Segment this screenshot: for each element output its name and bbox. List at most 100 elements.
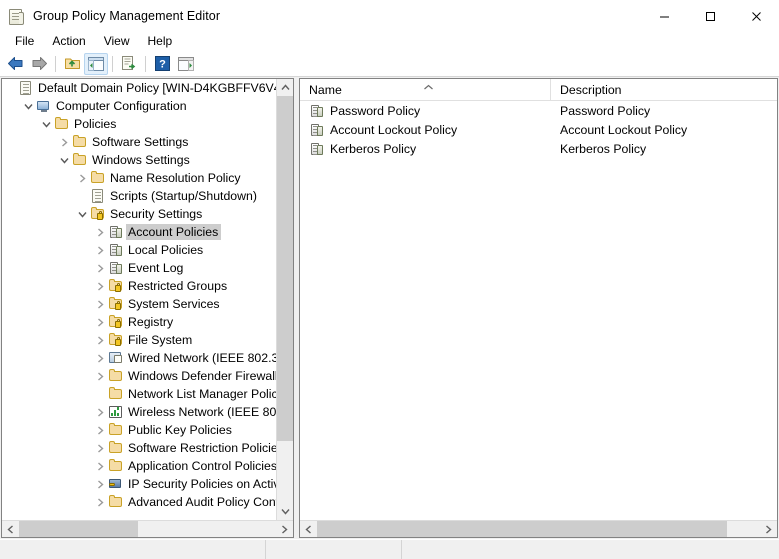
tree-item-file-system[interactable]: File System	[2, 331, 276, 349]
menu-action[interactable]: Action	[43, 33, 94, 50]
back-icon[interactable]	[3, 53, 27, 75]
tree-item-local-policies[interactable]: Local Policies	[2, 241, 276, 259]
help-icon[interactable]: ?	[150, 53, 174, 75]
show-hide-action-pane-icon[interactable]	[174, 53, 198, 75]
tree-item-default-domain-policy-win-d4kgbffv6v4-orb[interactable]: Default Domain Policy [WIN-D4KGBFFV6V4.O…	[2, 79, 276, 97]
tree-item-scripts-startup-shutdown[interactable]: Scripts (Startup/Shutdown)	[2, 187, 276, 205]
toolbar: ?	[0, 51, 779, 77]
menu-file[interactable]: File	[6, 33, 43, 50]
chevron-down-icon[interactable]	[20, 98, 36, 114]
list-item-name: Password Policy	[330, 103, 421, 118]
list-row[interactable]: Password Policy Password Policy	[300, 101, 777, 120]
tree-item-advanced-audit-policy-config[interactable]: Advanced Audit Policy Config	[2, 493, 276, 511]
chevron-right-icon[interactable]	[92, 350, 108, 366]
tree-item-label: Policies	[74, 117, 117, 131]
tree-vertical-scrollbar[interactable]	[276, 79, 293, 520]
list-horizontal-scroll-thumb[interactable]	[317, 521, 727, 537]
chevron-right-icon[interactable]	[92, 332, 108, 348]
chevron-right-icon[interactable]	[92, 296, 108, 312]
chevron-right-icon[interactable]	[92, 260, 108, 276]
tree-item-restricted-groups[interactable]: Restricted Groups	[2, 277, 276, 295]
tree-item-application-control-policies[interactable]: Application Control Policies	[2, 457, 276, 475]
chevron-down-icon[interactable]	[74, 206, 90, 222]
tree-item-software-restriction-policies[interactable]: Software Restriction Policies	[2, 439, 276, 457]
tree-item-label: Default Domain Policy [WIN-D4KGBFFV6V4.O…	[38, 81, 276, 95]
details-list[interactable]: Password Policy Password Policy Account Lo…	[300, 101, 777, 520]
list-row[interactable]: Account Lockout Policy Account Lockout Po…	[300, 120, 777, 139]
scroll-right-icon[interactable]	[760, 521, 777, 537]
tree-item-event-log[interactable]: Event Log	[2, 259, 276, 277]
tree-horizontal-scroll-thumb[interactable]	[19, 521, 138, 537]
tree-item-security-settings[interactable]: Security Settings	[2, 205, 276, 223]
chevron-right-icon[interactable]	[92, 278, 108, 294]
policy-server-icon	[309, 103, 325, 119]
forward-icon[interactable]	[27, 53, 51, 75]
scroll-up-icon[interactable]	[277, 79, 293, 96]
tree-item-ip-security-policies-on-active-d[interactable]: IP Security Policies on Active D	[2, 475, 276, 493]
tree-item-wired-network-ieee-802-3-pol[interactable]: Wired Network (IEEE 802.3) Pol	[2, 349, 276, 367]
tree-item-label: Account Policies	[126, 224, 222, 240]
folder-lock-icon	[108, 296, 124, 312]
maximize-button[interactable]	[687, 0, 733, 32]
export-list-icon[interactable]	[117, 53, 141, 75]
column-header-name-label: Name	[309, 83, 342, 97]
tree-item-system-services[interactable]: System Services	[2, 295, 276, 313]
up-one-level-folder-icon[interactable]	[60, 53, 84, 75]
close-button[interactable]	[733, 0, 779, 32]
ip-security-icon	[108, 476, 124, 492]
folder-lock-icon	[108, 332, 124, 348]
tree-item-public-key-policies[interactable]: Public Key Policies	[2, 421, 276, 439]
tree-item-label: Network List Manager Policies	[128, 387, 276, 401]
tree-item-software-settings[interactable]: Software Settings	[2, 133, 276, 151]
main-content: Default Domain Policy [WIN-D4KGBFFV6V4.O…	[0, 77, 779, 540]
tree-item-label: Wired Network (IEEE 802.3) Pol	[128, 351, 276, 365]
scroll-right-icon[interactable]	[276, 521, 293, 537]
tree-item-policies[interactable]: Policies	[2, 115, 276, 133]
list-row[interactable]: Kerberos Policy Kerberos Policy	[300, 139, 777, 158]
toolbar-separator	[112, 55, 113, 72]
minimize-button[interactable]	[641, 0, 687, 32]
tree-vertical-scroll-thumb[interactable]	[277, 96, 293, 441]
menu-help[interactable]: Help	[139, 33, 182, 50]
tree-item-label: System Services	[128, 297, 220, 311]
chevron-right-icon[interactable]	[56, 134, 72, 150]
chevron-right-icon[interactable]	[92, 494, 108, 510]
chevron-right-icon[interactable]	[92, 422, 108, 438]
column-header-description-label: Description	[560, 83, 622, 97]
column-header-description[interactable]: Description	[551, 79, 777, 101]
show-hide-console-tree-icon[interactable]	[84, 52, 108, 75]
tree-item-account-policies[interactable]: Account Policies	[2, 223, 276, 241]
tree-item-windows-defender-firewall-wit[interactable]: Windows Defender Firewall wit	[2, 367, 276, 385]
chevron-right-icon[interactable]	[92, 476, 108, 492]
tree-item-label: Public Key Policies	[128, 423, 232, 437]
chevron-right-icon[interactable]	[92, 242, 108, 258]
console-tree-pane: Default Domain Policy [WIN-D4KGBFFV6V4.O…	[1, 78, 294, 538]
chevron-right-icon[interactable]	[92, 368, 108, 384]
chevron-right-icon[interactable]	[92, 440, 108, 456]
tree-item-wireless-network-ieee-802-11[interactable]: Wireless Network (IEEE 802.11)	[2, 403, 276, 421]
chevron-right-icon[interactable]	[92, 458, 108, 474]
menu-view[interactable]: View	[95, 33, 139, 50]
chevron-right-icon[interactable]	[92, 224, 108, 240]
chevron-down-icon[interactable]	[38, 116, 54, 132]
chevron-right-icon[interactable]	[74, 170, 90, 186]
tree-item-network-list-manager-policies[interactable]: Network List Manager Policies	[2, 385, 276, 403]
tree-item-label: IP Security Policies on Active D	[128, 477, 276, 491]
chevron-right-icon[interactable]	[92, 404, 108, 420]
chevron-right-icon[interactable]	[92, 314, 108, 330]
column-header-name[interactable]: Name	[300, 79, 551, 101]
scroll-down-icon[interactable]	[277, 503, 293, 520]
scroll-left-icon[interactable]	[2, 521, 19, 537]
computer-icon	[36, 98, 52, 114]
scroll-left-icon[interactable]	[300, 521, 317, 537]
tree-item-registry[interactable]: Registry	[2, 313, 276, 331]
chevron-down-icon[interactable]	[56, 152, 72, 168]
tree-item-computer-configuration[interactable]: Computer Configuration	[2, 97, 276, 115]
list-horizontal-scrollbar[interactable]	[300, 520, 777, 537]
folder-icon	[72, 134, 88, 150]
tree-item-windows-settings[interactable]: Windows Settings	[2, 151, 276, 169]
tree-horizontal-scrollbar[interactable]	[2, 520, 293, 537]
console-tree[interactable]: Default Domain Policy [WIN-D4KGBFFV6V4.O…	[2, 79, 276, 520]
tree-item-name-resolution-policy[interactable]: Name Resolution Policy	[2, 169, 276, 187]
details-list-pane: Name Description Password Policy Password…	[299, 78, 778, 538]
